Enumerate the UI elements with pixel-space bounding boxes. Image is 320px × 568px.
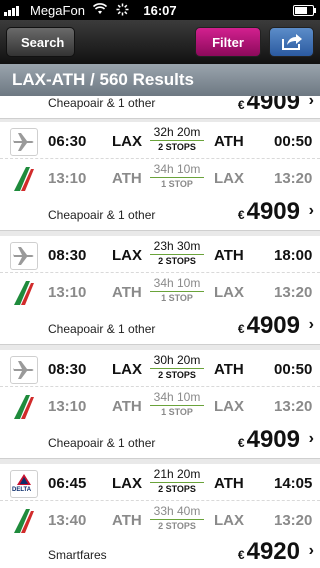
departure-time: 13:40	[48, 512, 87, 529]
destination-code: ATH	[214, 361, 244, 378]
duration: 34h 10m	[150, 390, 204, 407]
stops: 1 STOP	[161, 407, 193, 417]
outbound-leg: DELTA 06:45 LAX 21h 20m 2 STOPS ATH 14:0…	[0, 464, 320, 504]
arrival-time: 18:00	[274, 247, 313, 264]
price: €4909	[237, 426, 300, 453]
duration: 32h 20m	[150, 125, 204, 142]
result-item[interactable]: 06:30 LAX 32h 20m 2 STOPS ATH 00:50 13:1…	[0, 122, 320, 231]
booking-agent: Cheapoair & 1 other	[48, 322, 156, 336]
stops: 2 STOPS	[158, 521, 196, 531]
status-bar: MegaFon 16:07	[0, 0, 320, 20]
return-leg: 13:10 ATH 34h 10m 1 STOP LAX 13:20	[0, 272, 320, 313]
results-header: LAX-ATH / 560 Results	[0, 64, 320, 96]
destination-code: LAX	[214, 398, 244, 415]
arrival-time: 00:50	[274, 133, 313, 150]
destination-code: LAX	[214, 170, 244, 187]
origin-code: LAX	[112, 361, 142, 378]
alitalia-logo	[10, 393, 38, 421]
duration: 23h 30m	[150, 239, 204, 256]
stops: 2 STOPS	[158, 256, 196, 266]
arrival-time: 13:20	[274, 284, 313, 301]
alitalia-logo	[10, 507, 38, 535]
arrival-time: 14:05	[274, 475, 313, 492]
result-item[interactable]: 08:30 LAX 30h 20m 2 STOPS ATH 00:50 13:1…	[0, 350, 320, 459]
booking-agent: Cheapoair & 1 other	[48, 436, 156, 450]
battery-icon	[293, 5, 316, 16]
delta-label: DELTA	[12, 487, 32, 493]
duration: 33h 40m	[150, 504, 204, 521]
return-leg: 13:10 ATH 34h 10m 1 STOP LAX 13:20	[0, 386, 320, 427]
departure-time: 06:45	[48, 475, 87, 492]
departure-time: 13:10	[48, 170, 87, 187]
price: €4909	[237, 198, 300, 225]
origin-code: ATH	[112, 398, 142, 415]
outbound-leg: 06:30 LAX 32h 20m 2 STOPS ATH 00:50	[0, 122, 320, 162]
booking-agent: Cheapoair & 1 other	[48, 96, 156, 110]
outbound-leg: 08:30 LAX 23h 30m 2 STOPS ATH 18:00	[0, 236, 320, 276]
share-button[interactable]	[269, 27, 314, 57]
plane-icon	[10, 242, 38, 270]
duration: 21h 20m	[150, 467, 204, 484]
clock: 16:07	[143, 3, 177, 18]
destination-code: LAX	[214, 512, 244, 529]
back-button[interactable]: Search	[6, 27, 76, 57]
chevron-right-icon: ›	[308, 202, 314, 219]
arrival-time: 13:20	[274, 170, 313, 187]
chevron-right-icon: ›	[308, 96, 314, 109]
result-item[interactable]: 08:30 LAX 23h 30m 2 STOPS ATH 18:00 13:1…	[0, 236, 320, 345]
stops: 2 STOPS	[158, 142, 196, 152]
delta-logo: DELTA	[10, 470, 38, 498]
arrival-time: 13:20	[274, 512, 313, 529]
alitalia-logo	[10, 165, 38, 193]
arrival-time: 00:50	[274, 361, 313, 378]
booking-agent: Smartfares	[48, 548, 107, 562]
destination-code: LAX	[214, 284, 244, 301]
return-leg: 13:10 ATH 34h 10m 1 STOP LAX 13:20	[0, 158, 320, 199]
departure-time: 08:30	[48, 361, 87, 378]
chevron-right-icon: ›	[308, 316, 314, 333]
price: €4909	[237, 312, 300, 339]
departure-time: 06:30	[48, 133, 87, 150]
stops: 1 STOP	[161, 179, 193, 189]
booking-agent: Cheapoair & 1 other	[48, 208, 156, 222]
origin-code: ATH	[112, 284, 142, 301]
arrival-time: 13:20	[274, 398, 313, 415]
price: €4920	[237, 538, 300, 565]
destination-code: ATH	[214, 133, 244, 150]
outbound-leg: 08:30 LAX 30h 20m 2 STOPS ATH 00:50	[0, 350, 320, 390]
origin-code: LAX	[112, 475, 142, 492]
chevron-right-icon: ›	[308, 542, 314, 559]
stops: 1 STOP	[161, 293, 193, 303]
stops: 2 STOPS	[158, 484, 196, 494]
origin-code: ATH	[112, 170, 142, 187]
origin-code: ATH	[112, 512, 142, 529]
return-leg: 13:40 ATH 33h 40m 2 STOPS LAX 13:20	[0, 500, 320, 541]
price: €4909	[237, 96, 300, 115]
plane-icon	[10, 356, 38, 384]
departure-time: 13:10	[48, 284, 87, 301]
alitalia-logo	[10, 279, 38, 307]
duration: 30h 20m	[150, 353, 204, 370]
origin-code: LAX	[112, 247, 142, 264]
stops: 2 STOPS	[158, 370, 196, 380]
chevron-right-icon: ›	[308, 430, 314, 447]
destination-code: ATH	[214, 247, 244, 264]
destination-code: ATH	[214, 475, 244, 492]
duration: 34h 10m	[150, 162, 204, 179]
origin-code: LAX	[112, 133, 142, 150]
result-item[interactable]: DELTA 06:45 LAX 21h 20m 2 STOPS ATH 14:0…	[0, 464, 320, 568]
departure-time: 13:10	[48, 398, 87, 415]
plane-icon	[10, 128, 38, 156]
share-icon	[282, 34, 302, 50]
duration: 34h 10m	[150, 276, 204, 293]
results-list[interactable]: Cheapoair & 1 other €4909 › 06:30 LAX 32…	[0, 96, 320, 568]
departure-time: 08:30	[48, 247, 87, 264]
navigation-bar: Search Filter	[0, 20, 320, 64]
result-item-partial[interactable]: Cheapoair & 1 other €4909 ›	[0, 96, 320, 119]
filter-button[interactable]: Filter	[195, 27, 261, 57]
